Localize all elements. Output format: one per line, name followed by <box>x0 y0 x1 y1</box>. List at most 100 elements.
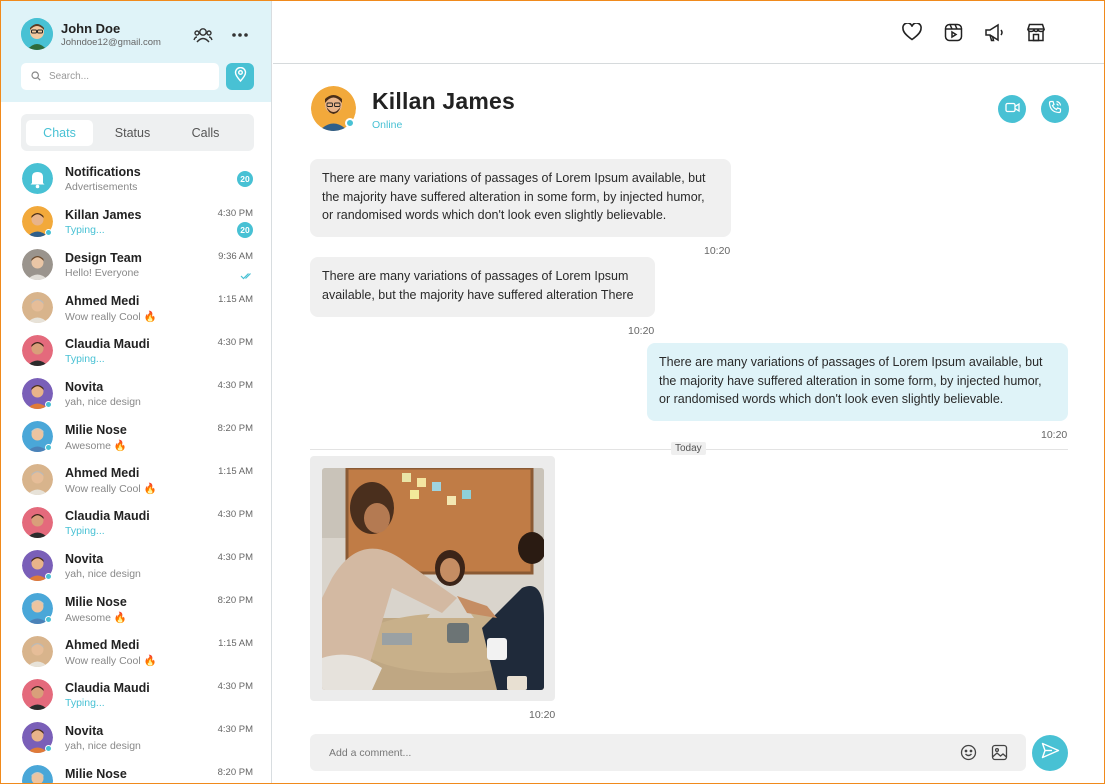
chat-list-item[interactable]: Claudia Maudi Typing... 4:30 PM <box>1 503 271 546</box>
send-button[interactable] <box>1032 735 1068 771</box>
voice-call-button[interactable] <box>1041 95 1069 123</box>
emoji-icon[interactable] <box>960 744 977 766</box>
message-time: 10:20 <box>628 325 655 337</box>
more-options-icon[interactable] <box>230 25 250 45</box>
chat-preview: yah, nice design <box>65 740 141 752</box>
avatar <box>22 507 53 538</box>
chat-preview: Wow really Cool 🔥 <box>65 483 157 495</box>
chat-list-item[interactable]: Milie Nose Awesome 🔥 8:20 PM <box>1 589 271 632</box>
online-indicator <box>45 573 52 580</box>
chat-preview: Awesome 🔥 <box>65 440 127 452</box>
reels-icon[interactable] <box>942 21 964 43</box>
shared-photo[interactable] <box>322 468 544 690</box>
chat-preview: Wow really Cool 🔥 <box>65 655 157 667</box>
chat-list-item[interactable]: Claudia Maudi Typing... 4:30 PM <box>1 675 271 718</box>
chat-list-item[interactable]: Novita yah, nice design 4:30 PM <box>1 718 271 761</box>
chat-tabs: Chats Status Calls <box>21 114 254 151</box>
sidebar: John Doe Johndoe12@gmail.com Search... C… <box>1 1 272 783</box>
app-frame: John Doe Johndoe12@gmail.com Search... C… <box>0 0 1105 784</box>
chat-preview: Typing... <box>65 697 105 709</box>
day-divider-label: Today <box>671 442 706 455</box>
chat-time: 8:20 PM <box>217 767 253 778</box>
chat-list-item[interactable]: Notifications Advertisements 20 <box>1 159 271 202</box>
message-bubble-outgoing: There are many variations of passages of… <box>647 343 1068 421</box>
double-check-icon <box>240 267 253 285</box>
tab-chats[interactable]: Chats <box>26 119 93 146</box>
chat-time: 8:20 PM <box>217 595 253 606</box>
message-time: 10:20 <box>529 709 556 721</box>
contact-status: Online <box>372 119 403 131</box>
chat-time: 4:30 PM <box>217 724 253 735</box>
search-box <box>21 63 219 90</box>
chat-name: Milie Nose <box>65 767 127 781</box>
store-icon[interactable] <box>1025 21 1047 43</box>
profile-name: John Doe <box>61 21 121 36</box>
megaphone-icon[interactable] <box>983 21 1005 43</box>
tab-status[interactable]: Status <box>99 120 166 146</box>
chat-time: 4:30 PM <box>217 208 253 219</box>
profile-email: Johndoe12@gmail.com <box>61 37 161 48</box>
chat-name: Milie Nose <box>65 595 127 609</box>
avatar <box>22 464 53 495</box>
add-group-icon[interactable] <box>192 25 214 45</box>
chat-name: Claudia Maudi <box>65 681 150 695</box>
chat-list-item[interactable]: Ahmed Medi Wow really Cool 🔥 1:15 AM <box>1 632 271 675</box>
chat-preview: Advertisements <box>65 181 138 193</box>
chat-name: Notifications <box>65 165 141 179</box>
online-indicator <box>45 229 52 236</box>
avatar <box>22 292 53 323</box>
comment-input[interactable] <box>329 746 929 759</box>
chat-list-item[interactable]: Novita yah, nice design 4:30 PM <box>1 546 271 589</box>
unread-badge: 20 <box>237 222 253 238</box>
chat-list-item[interactable]: Novita yah, nice design 4:30 PM <box>1 374 271 417</box>
chat-name: Design Team <box>65 251 142 265</box>
online-indicator <box>45 745 52 752</box>
search-icon <box>31 68 41 86</box>
chat-preview: yah, nice design <box>65 568 141 580</box>
chat-time: 1:15 AM <box>218 638 253 649</box>
chat-time: 8:20 PM <box>217 423 253 434</box>
chat-preview: Typing... <box>65 224 105 236</box>
chat-list-item[interactable]: Ahmed Medi Wow really Cool 🔥 1:15 AM <box>1 460 271 503</box>
chat-name: Ahmed Medi <box>65 638 140 652</box>
chat-list-item[interactable]: Killan James Typing... 4:30 PM 20 <box>1 202 271 245</box>
chat-name: Ahmed Medi <box>65 466 140 480</box>
location-button[interactable] <box>226 63 254 90</box>
chat-preview: Typing... <box>65 353 105 365</box>
image-message[interactable] <box>310 456 555 701</box>
chat-preview: Hello! Everyone <box>65 267 140 279</box>
chat-list-item[interactable]: Milie Nose Awesome 🔥 8:20 PM <box>1 417 271 460</box>
chat-list-item[interactable]: Milie Nose 8:20 PM <box>1 761 271 783</box>
chat-name: Ahmed Medi <box>65 294 140 308</box>
chat-list-item[interactable]: Ahmed Medi Wow really Cool 🔥 1:15 AM <box>1 288 271 331</box>
video-camera-icon <box>1004 100 1020 118</box>
avatar <box>22 679 53 710</box>
chat-name: Milie Nose <box>65 423 127 437</box>
image-attach-icon[interactable] <box>991 744 1008 766</box>
message-time: 10:20 <box>1041 429 1068 441</box>
message-bubble-incoming: There are many variations of passages of… <box>310 257 655 317</box>
top-bar <box>273 1 1104 64</box>
composer <box>310 734 1026 771</box>
chat-list-item[interactable]: Claudia Maudi Typing... 4:30 PM <box>1 331 271 374</box>
avatar <box>22 636 53 667</box>
message-time: 10:20 <box>704 245 731 257</box>
chat-list-item[interactable]: Design Team Hello! Everyone 9:36 AM <box>1 245 271 288</box>
chat-name: Killan James <box>65 208 142 222</box>
video-call-button[interactable] <box>998 95 1026 123</box>
heart-icon[interactable] <box>901 21 923 43</box>
sidebar-header: John Doe Johndoe12@gmail.com <box>1 1 271 102</box>
chat-name: Novita <box>65 380 104 394</box>
profile-avatar[interactable] <box>21 18 53 50</box>
chat-time: 9:36 AM <box>218 251 253 262</box>
search-input[interactable] <box>49 71 199 82</box>
chat-list: Notifications Advertisements 20 Killan Jame… <box>1 159 271 783</box>
avatar <box>22 765 53 783</box>
chat-preview: Wow really Cool 🔥 <box>65 311 157 323</box>
avatar <box>22 163 53 194</box>
tab-calls[interactable]: Calls <box>172 120 239 146</box>
send-icon <box>1041 742 1060 764</box>
chat-preview: yah, nice design <box>65 396 141 408</box>
chat-name: Claudia Maudi <box>65 337 150 351</box>
online-indicator <box>45 444 52 451</box>
